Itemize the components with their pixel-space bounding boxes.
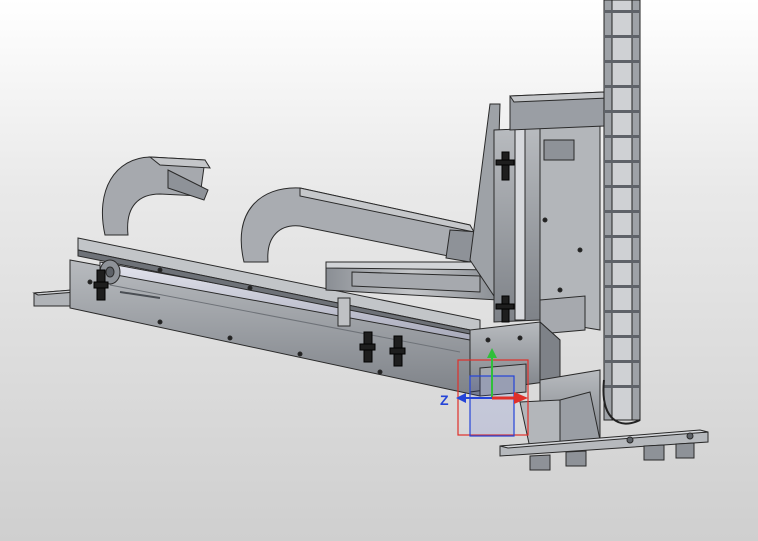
- vertical-drag-chain: [602, 0, 641, 425]
- rear-cable-carrier: [101, 156, 211, 236]
- gantry-robot-model[interactable]: Z: [0, 0, 758, 541]
- cad-viewport[interactable]: Z: [0, 0, 758, 541]
- middle-cable-carrier: [240, 187, 479, 263]
- triad-z-label: Z: [440, 392, 449, 408]
